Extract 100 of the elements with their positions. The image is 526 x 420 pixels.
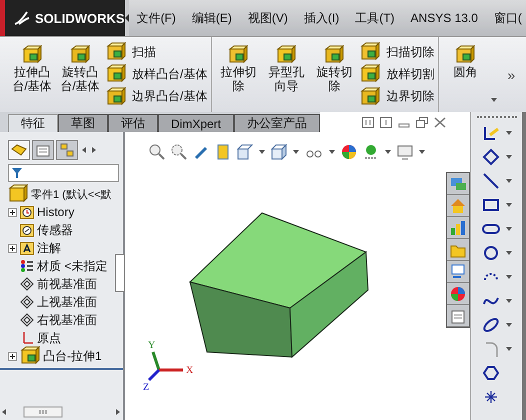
plane-icon [20, 277, 34, 291]
ellipse-icon[interactable] [482, 316, 500, 334]
more-button[interactable]: » [501, 66, 522, 84]
expand-toggle[interactable] [8, 244, 17, 252]
ribbon-button[interactable]: 放样切割 [360, 64, 434, 84]
caret-icon[interactable] [506, 251, 512, 255]
menu-item[interactable]: 文件(F) [128, 10, 184, 26]
menu-item[interactable]: ANSYS 13.0 [402, 11, 486, 25]
toolbar-tab[interactable]: 评估 [108, 114, 158, 132]
tree-item[interactable]: 原点 [37, 330, 61, 346]
chart-icon[interactable] [447, 217, 469, 239]
line-icon[interactable] [482, 172, 500, 190]
caret-icon[interactable] [506, 203, 512, 207]
ribbon-button[interactable]: 扫描切除 [360, 42, 434, 62]
zoom-icon[interactable] [171, 144, 187, 160]
caret-icon[interactable] [506, 275, 512, 279]
polygon-icon[interactable] [482, 364, 500, 382]
tree-item[interactable]: 注解 [37, 240, 61, 256]
caret-icon[interactable] [506, 323, 512, 327]
layout-icon[interactable] [447, 261, 469, 283]
tree-item[interactable]: 材质 <未指定 [37, 258, 108, 274]
clock-icon [20, 205, 34, 219]
ribbon-button[interactable]: 扫描 [106, 42, 208, 62]
ds-logo-icon [13, 10, 31, 26]
caret-icon[interactable] [491, 98, 498, 102]
letter-a-icon [20, 241, 34, 255]
caret-icon[interactable] [506, 299, 512, 303]
part-icon [8, 184, 28, 204]
menu-item[interactable]: 视图(V) [240, 10, 296, 26]
scroll-right-icon[interactable] [90, 144, 98, 156]
ribbon-button[interactable]: 拉伸凸台/基体 [10, 41, 54, 108]
filter-field[interactable] [8, 164, 119, 182]
ribbon-button[interactable]: 旋转切除 [312, 41, 356, 108]
tree-item[interactable]: 上视基准面 [37, 294, 97, 310]
axis-label: X [186, 365, 194, 376]
block-icon [228, 45, 248, 65]
toolbar-tab[interactable]: 办公室产品 [234, 114, 320, 132]
plane-icon [20, 295, 34, 309]
caret-icon[interactable] [259, 150, 265, 154]
split-view-icon[interactable] [380, 116, 392, 128]
expand-toggle[interactable] [8, 352, 17, 360]
menu-item[interactable]: 窗口( [486, 10, 526, 26]
material-icon [20, 259, 34, 273]
block-icon [106, 64, 126, 84]
part-icon [11, 143, 27, 157]
scroll-left-icon[interactable] [80, 144, 88, 156]
tree-item[interactable]: History [37, 205, 74, 219]
restore-icon[interactable] [416, 116, 428, 128]
toolbar-tab[interactable]: 草图 [58, 114, 108, 132]
split-view-icon[interactable] [362, 116, 374, 128]
panel-tab[interactable] [56, 140, 78, 160]
circle-icon[interactable] [482, 244, 500, 262]
menu-item[interactable]: 编辑(E) [184, 10, 240, 26]
filter-icon [12, 168, 22, 178]
ribbon-button[interactable]: 异型孔向导 [264, 41, 308, 108]
rectangle-icon[interactable] [482, 196, 500, 214]
ribbon-button[interactable]: 边界凸台/基体 [106, 86, 208, 107]
sketch-icon[interactable] [482, 124, 500, 142]
tree-item[interactable]: 右视基准面 [37, 312, 97, 328]
extrude-icon [360, 42, 380, 62]
caret-icon[interactable] [419, 150, 425, 154]
color-ball-icon[interactable] [341, 144, 357, 160]
tree-root[interactable]: 零件1 (默认<<默 [31, 186, 112, 202]
plus-icon [10, 354, 15, 358]
tree-item[interactable]: 前视基准面 [37, 276, 97, 292]
toolbar-tab[interactable]: DimXpert [158, 114, 234, 132]
caret-icon[interactable] [506, 155, 512, 159]
ribbon-button[interactable]: 旋转凸台/基体 [58, 41, 102, 108]
caret-icon[interactable] [293, 150, 299, 154]
ribbon-button[interactable]: 放样凸台/基体 [106, 64, 208, 84]
cube-icon[interactable] [271, 144, 287, 160]
caret-icon[interactable] [506, 227, 512, 231]
display-icon[interactable] [397, 144, 413, 160]
ribbon-button[interactable]: 拉伸切除 [216, 41, 260, 108]
menu-item[interactable]: 工具(T) [347, 10, 403, 26]
caret-icon[interactable] [506, 179, 512, 183]
doc-icon[interactable] [447, 305, 469, 327]
extrude-icon [360, 86, 380, 107]
ribbon-button[interactable]: 边界切除 [360, 86, 434, 107]
caret-icon[interactable] [329, 150, 335, 154]
view-orientation-icon[interactable] [237, 144, 253, 160]
panel-tab[interactable] [8, 140, 30, 160]
toolbar-tab[interactable]: 特征 [8, 114, 58, 132]
expand-toggle[interactable] [8, 208, 17, 216]
ribbon-button[interactable]: 圆角 [443, 41, 488, 108]
zoom-icon[interactable] [149, 144, 165, 160]
panel-collapse-handle[interactable] [115, 254, 125, 292]
block-icon [70, 45, 90, 65]
menu-item[interactable]: 插入(I) [296, 10, 348, 26]
axis-label: Z [143, 382, 150, 393]
caret-icon[interactable] [385, 150, 391, 154]
tree-item[interactable]: 凸台-拉伸1 [43, 348, 102, 364]
close-icon[interactable] [434, 116, 446, 128]
caret-icon[interactable] [506, 347, 512, 351]
extrude-icon [106, 42, 126, 62]
scrollbar-drawing[interactable] [0, 406, 122, 418]
axis-label: Y [148, 340, 156, 351]
extrude-icon [22, 45, 42, 65]
tree-item[interactable]: 传感器 [37, 222, 73, 238]
panel-tab[interactable] [32, 140, 54, 160]
